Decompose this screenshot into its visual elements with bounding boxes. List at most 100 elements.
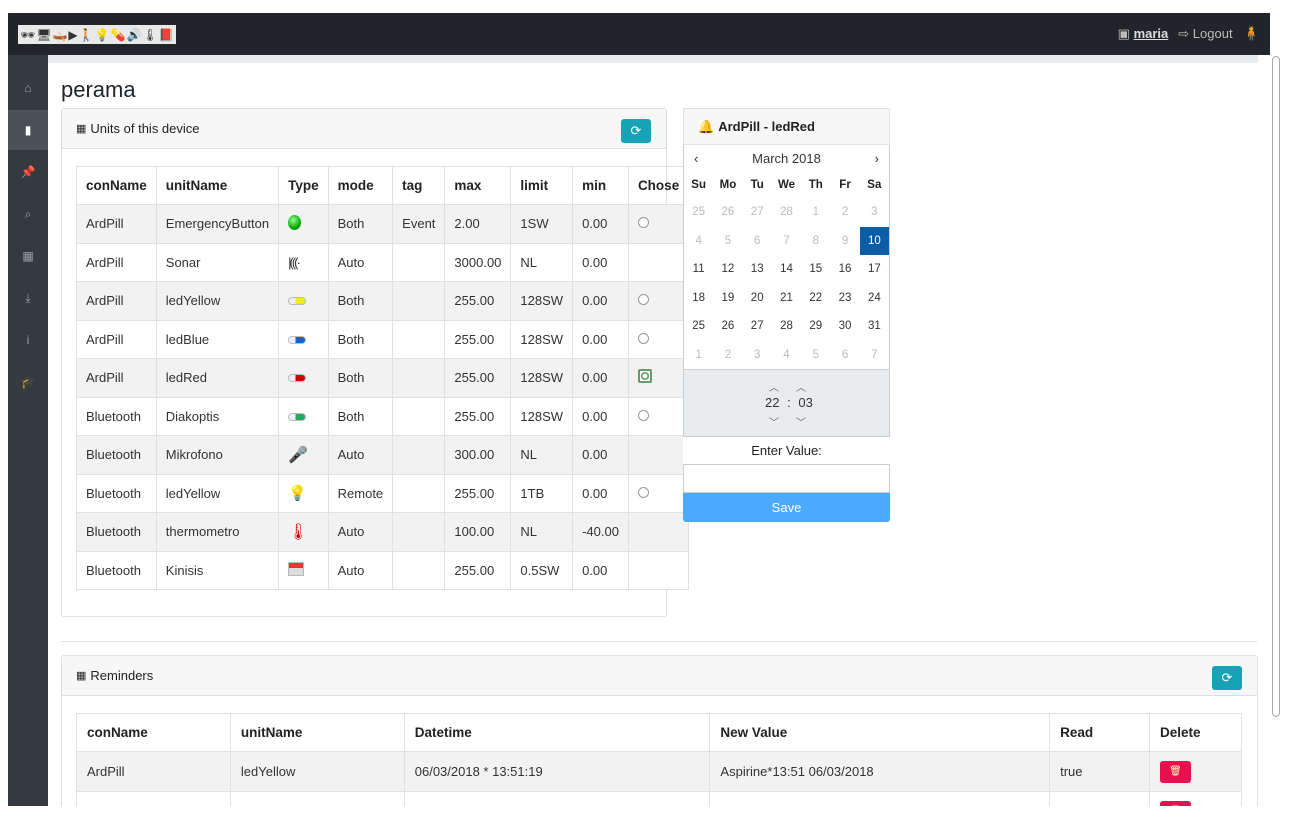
calendar-day[interactable]: 2 [713, 341, 742, 370]
table-row[interactable]: ArdPill Sonar |(((· Auto 3000.00 NL 0.00 [76, 242, 690, 282]
sidebar-item-graduation[interactable]: 🎓 [8, 362, 48, 402]
next-month-button[interactable]: › [875, 151, 879, 166]
column-header-max[interactable]: max [444, 166, 512, 205]
calendar-day[interactable]: 2 [830, 198, 859, 227]
table-row[interactable]: Bluetooth ledYellow 💡 Remote 255.00 1TB 0.00 [76, 473, 690, 513]
column-header-chose[interactable]: Chose [627, 166, 690, 205]
calendar-day[interactable]: 8 [801, 227, 830, 256]
chose-radio[interactable] [637, 486, 649, 498]
calendar-day[interactable]: 5 [713, 227, 742, 256]
column-header-new-value[interactable]: New Value [709, 713, 1051, 752]
reminders-refresh-button[interactable]: ⟳ [1212, 666, 1242, 690]
calendar-day[interactable]: 18 [684, 284, 713, 313]
hour-up-chevron-icon[interactable]: ︿ [769, 379, 779, 394]
table-row[interactable]: ArdPillledYellow07/03/2018 * 18:33:42Asp… [76, 791, 1242, 806]
sidebar-item-download[interactable]: ⤓ [8, 278, 48, 318]
chose-radio[interactable] [637, 294, 649, 306]
minute-down-chevron-icon[interactable]: ﹀ [796, 414, 806, 429]
calendar-day[interactable]: 22 [801, 284, 830, 313]
save-button[interactable]: Save [683, 493, 890, 522]
calendar-day[interactable]: 14 [772, 255, 801, 284]
calendar-day[interactable]: 12 [713, 255, 742, 284]
calendar-day[interactable]: 26 [713, 312, 742, 341]
calendar-day[interactable]: 25 [684, 198, 713, 227]
sidebar-item-info[interactable]: i [8, 320, 48, 360]
chose-radio-selected[interactable] [637, 369, 652, 384]
table-row[interactable]: Bluetooth Diakoptis Both 255.00 128SW 0.00 [76, 396, 690, 436]
calendar-day-selected[interactable]: 10 [859, 226, 889, 255]
calendar-day[interactable]: 11 [684, 255, 713, 284]
minute-up-chevron-icon[interactable]: ︿ [796, 379, 806, 394]
column-header-tag[interactable]: tag [392, 166, 446, 205]
column-header-min[interactable]: min [572, 166, 629, 205]
logout-button[interactable]: ⇨ Logout [1178, 26, 1232, 42]
calendar-day[interactable]: 4 [772, 341, 801, 370]
sidebar-item-home[interactable]: ⌂ [8, 68, 48, 108]
hour-value[interactable]: 22 [765, 395, 779, 410]
table-row[interactable]: ArdPill ledYellow Both 255.00 128SW 0.00 [76, 281, 690, 321]
units-refresh-button[interactable]: ⟳ [621, 119, 651, 143]
calendar-day[interactable]: 9 [830, 227, 859, 256]
table-row[interactable]: Bluetooth thermometro 🌡 Auto 100.00 NL -40.00 [76, 512, 690, 552]
calendar-day[interactable]: 3 [860, 198, 889, 227]
user-name[interactable]: maria [1134, 26, 1169, 41]
calendar-day[interactable]: 29 [801, 312, 830, 341]
column-header-unitname[interactable]: unitName [229, 713, 405, 752]
sidebar-item-search[interactable]: ⌕ [8, 194, 48, 234]
calendar-day[interactable]: 7 [860, 341, 889, 370]
table-row[interactable]: Bluetooth Mikrofono 🎤 Auto 300.00 NL 0.00 [76, 435, 690, 475]
column-header-mode[interactable]: mode [327, 166, 394, 205]
sidebar-item-device[interactable]: ▮ [8, 110, 48, 150]
calendar-day[interactable]: 26 [713, 198, 742, 227]
calendar-day[interactable]: 30 [830, 312, 859, 341]
column-header-read[interactable]: Read [1049, 713, 1150, 752]
page-scrollbar[interactable] [1272, 56, 1280, 717]
column-header-datetime[interactable]: Datetime [403, 713, 711, 752]
calendar-day[interactable]: 23 [830, 284, 859, 313]
chose-radio[interactable] [637, 332, 649, 344]
column-header-type[interactable]: Type [278, 166, 329, 205]
minute-value[interactable]: 03 [798, 395, 812, 410]
chose-radio[interactable] [637, 217, 649, 229]
calendar-day[interactable]: 31 [860, 312, 889, 341]
avatar[interactable]: 🧍 [1243, 25, 1260, 42]
calendar-day[interactable]: 28 [772, 312, 801, 341]
column-header-conname[interactable]: conName [76, 166, 157, 205]
value-input[interactable] [683, 464, 890, 493]
calendar-day[interactable]: 24 [860, 284, 889, 313]
sidebar-item-pin[interactable]: 📌 [8, 152, 48, 192]
calendar-day[interactable]: 4 [684, 227, 713, 256]
calendar-day[interactable]: 3 [743, 341, 772, 370]
column-header-conname[interactable]: conName [76, 713, 231, 752]
delete-button[interactable]: 🗑 [1160, 800, 1191, 806]
calendar-month-label[interactable]: March 2018 [752, 151, 821, 166]
column-header-unitname[interactable]: unitName [155, 166, 280, 205]
calendar-day[interactable]: 19 [713, 284, 742, 313]
column-header-limit[interactable]: limit [510, 166, 574, 205]
calendar-day[interactable]: 27 [743, 198, 772, 227]
prev-month-button[interactable]: ‹ [694, 151, 698, 166]
sidebar-item-calendar[interactable]: ▦ [8, 236, 48, 276]
table-row[interactable]: ArdPill EmergencyButton Both Event 2.00 1SW 0.… [76, 204, 690, 244]
calendar-day[interactable]: 28 [772, 198, 801, 227]
column-header-delete[interactable]: Delete [1149, 713, 1242, 752]
hour-down-chevron-icon[interactable]: ﹀ [769, 414, 779, 429]
table-row[interactable]: ArdPill ledBlue Both 255.00 128SW 0.00 [76, 319, 690, 359]
calendar-day[interactable]: 7 [772, 227, 801, 256]
calendar-day[interactable]: 25 [684, 312, 713, 341]
table-row[interactable]: ArdPill ledYellow 06/03/2018 * 13:51:19 Asp… [76, 751, 1242, 792]
calendar-day[interactable]: 21 [772, 284, 801, 313]
logo-strip[interactable]: 🕶 🖥 🛶 ▶ 🚶 💡 💊 🔊 🌡 📕 [18, 25, 176, 44]
calendar-day[interactable]: 1 [801, 198, 830, 227]
calendar-day[interactable]: 6 [743, 227, 772, 256]
user-link[interactable]: ▣ maria [1118, 26, 1169, 42]
calendar-day[interactable]: 17 [860, 255, 889, 284]
calendar-day[interactable]: 16 [830, 255, 859, 284]
chose-radio[interactable] [637, 409, 649, 421]
calendar-day[interactable]: 13 [743, 255, 772, 284]
calendar-day[interactable]: 27 [743, 312, 772, 341]
calendar-day[interactable]: 15 [801, 255, 830, 284]
table-row[interactable]: Bluetooth Kinisis Auto 255.00 0.5SW 0.00 [76, 550, 690, 590]
calendar-day[interactable]: 1 [684, 341, 713, 370]
calendar-day[interactable]: 6 [830, 341, 859, 370]
